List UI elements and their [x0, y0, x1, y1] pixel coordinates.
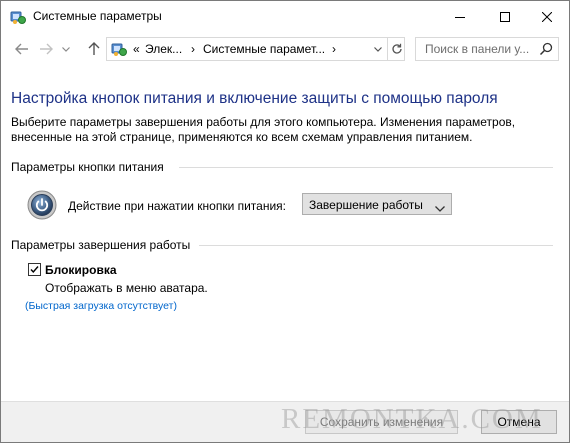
chevron-down-icon — [435, 201, 445, 215]
shutdown-section-heading: Параметры завершения работы — [11, 238, 191, 252]
refresh-icon — [391, 43, 402, 54]
maximize-icon — [499, 11, 510, 22]
address-history-dropdown[interactable] — [370, 38, 386, 60]
fast-startup-note: (Быстрая загрузка отсутствует) — [25, 300, 177, 312]
refresh-button[interactable] — [387, 38, 405, 60]
minimize-button[interactable] — [437, 1, 482, 32]
power-button-action-select[interactable]: Завершение работы — [302, 193, 452, 215]
maximize-button[interactable] — [482, 1, 527, 32]
recent-locations-button[interactable] — [59, 38, 73, 60]
power-button-action-label: Действие при нажатии кнопки питания: — [68, 199, 287, 213]
window-title: Системные параметры — [33, 9, 162, 23]
close-button[interactable] — [524, 1, 569, 32]
chevron-down-icon — [62, 46, 70, 52]
power-button-section-heading: Параметры кнопки питания — [11, 160, 164, 174]
minimize-icon — [454, 16, 465, 18]
bottom-button-bar: Сохранить изменения Отмена — [1, 401, 569, 442]
checkmark-icon — [30, 266, 39, 274]
breadcrumb-separator-end[interactable]: › — [332, 42, 336, 56]
close-icon — [541, 11, 552, 22]
address-bar[interactable]: « Элек... › Системные парамет... › — [106, 37, 405, 61]
address-overflow[interactable]: « — [133, 42, 140, 56]
page-description: Выберите параметры завершения работы для… — [11, 115, 516, 144]
lock-checkbox-label[interactable]: Блокировка — [45, 263, 117, 277]
forward-arrow-icon — [40, 43, 53, 55]
navigation-bar: « Элек... › Системные парамет... › Поиск… — [1, 32, 569, 66]
chevron-down-icon — [374, 46, 382, 52]
up-button[interactable] — [83, 38, 105, 60]
system-settings-window: Системные параметры « Элек... › Системны… — [0, 0, 570, 443]
control-panel-icon — [10, 9, 26, 25]
title-bar[interactable]: Системные параметры — [1, 1, 569, 32]
forward-button[interactable] — [35, 38, 57, 60]
breadcrumb-separator[interactable]: › — [191, 42, 195, 56]
breadcrumb-electric[interactable]: Элек... — [145, 42, 182, 56]
search-placeholder[interactable]: Поиск в панели у... — [425, 42, 529, 56]
search-icon[interactable] — [538, 41, 554, 57]
back-arrow-icon — [15, 43, 28, 55]
lock-checkbox[interactable] — [28, 263, 41, 276]
save-changes-button[interactable]: Сохранить изменения — [305, 410, 458, 434]
power-button-action-value: Завершение работы — [309, 198, 423, 212]
control-panel-icon — [111, 41, 127, 57]
power-section-divider — [179, 167, 553, 168]
back-button[interactable] — [11, 38, 33, 60]
lock-description: Отображать в меню аватара. — [45, 281, 208, 295]
power-button-icon — [27, 190, 57, 220]
shutdown-section-divider — [199, 245, 553, 246]
search-box[interactable]: Поиск в панели у... — [415, 37, 559, 61]
breadcrumb-system-settings[interactable]: Системные парамет... — [203, 42, 325, 56]
up-arrow-icon — [88, 42, 100, 55]
cancel-button[interactable]: Отмена — [481, 410, 557, 434]
page-title: Настройка кнопок питания и включение защ… — [11, 90, 498, 107]
